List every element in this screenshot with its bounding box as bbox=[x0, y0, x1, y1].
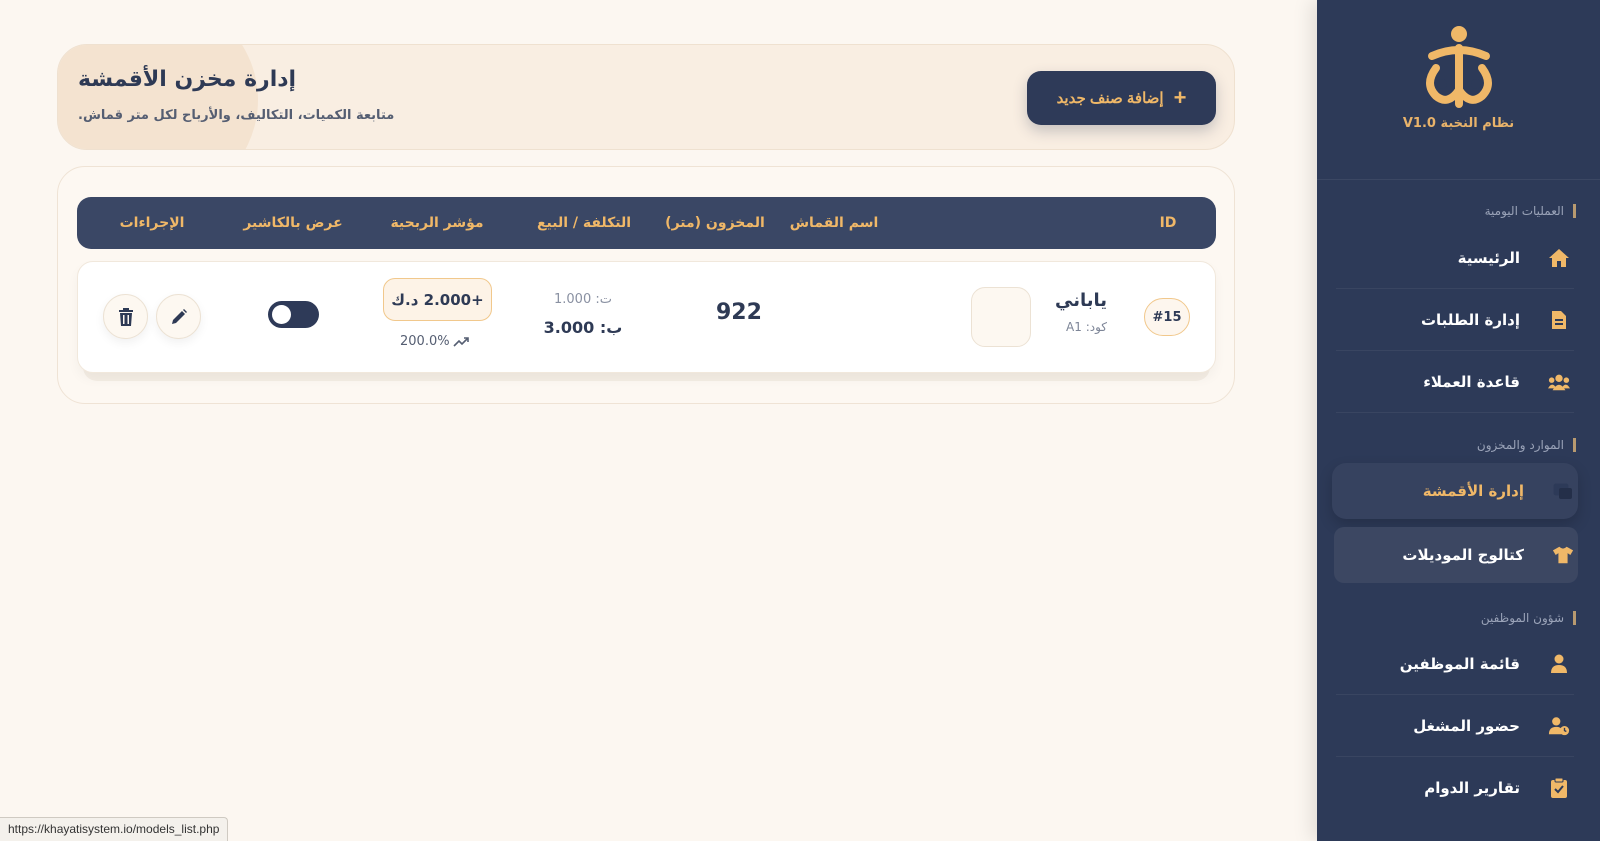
user-icon bbox=[1548, 653, 1570, 675]
trending-up-icon bbox=[453, 336, 469, 347]
edit-button[interactable] bbox=[156, 294, 201, 339]
add-item-button-label: إضافة صنف جديد bbox=[1056, 90, 1164, 107]
page-title: إدارة مخزن الأقمشة bbox=[78, 67, 297, 92]
fabric-thumbnail bbox=[971, 287, 1031, 347]
sidebar-item-attendance[interactable]: حضور المشغل bbox=[1336, 695, 1574, 757]
cost-value: ت: 1.000 bbox=[554, 292, 612, 307]
toggle-knob bbox=[272, 305, 291, 324]
fabric-code: كود: A1 bbox=[1066, 320, 1107, 334]
profit-percent-value: 200.0% bbox=[400, 334, 450, 349]
section-title-resources: الموارد والمخزون bbox=[1477, 438, 1576, 452]
clipboard-check-icon bbox=[1548, 777, 1570, 799]
sidebar-item-fabrics[interactable]: إدارة الأقمشة bbox=[1332, 463, 1578, 519]
users-icon bbox=[1548, 371, 1570, 393]
brand-logo-icon bbox=[1425, 26, 1492, 108]
home-icon bbox=[1548, 247, 1570, 269]
column-header-cost-sell: التكلفة / البيع bbox=[536, 215, 632, 231]
decorative-blob bbox=[58, 45, 258, 149]
plus-icon: + bbox=[1173, 85, 1187, 110]
column-header-stock: المخزون (متر) bbox=[665, 215, 765, 231]
document-icon bbox=[1548, 309, 1570, 331]
column-header-profit: مؤشر الربحية bbox=[390, 215, 484, 231]
sidebar-item-label: تقارير الدوام bbox=[1424, 779, 1520, 797]
sidebar-item-label: الرئيسية bbox=[1457, 248, 1520, 267]
brand-name: نظام النخبة V1.0 bbox=[1402, 116, 1515, 131]
delete-button[interactable] bbox=[103, 294, 148, 339]
column-header-id: ID bbox=[1159, 215, 1177, 231]
brand: نظام النخبة V1.0 bbox=[1317, 0, 1600, 180]
sidebar-item-label: كتالوج الموديلات bbox=[1402, 546, 1524, 564]
table-row: #15 ياباني كود: A1 922 ت: 1.000 ب: 3.000… bbox=[77, 261, 1216, 373]
sell-value: ب: 3.000 bbox=[543, 318, 623, 337]
section-title-daily: العمليات اليومية bbox=[1485, 204, 1576, 218]
pencil-icon bbox=[171, 308, 187, 324]
page-header: إدارة مخزن الأقمشة متابعة الكميات، التكا… bbox=[57, 44, 1235, 150]
column-header-name: اسم القماش bbox=[789, 215, 879, 231]
trash-icon bbox=[118, 307, 133, 326]
column-header-actions: الإجراءات bbox=[119, 215, 185, 231]
sidebar-item-label: قاعدة العملاء bbox=[1423, 372, 1520, 391]
sidebar-item-label: حضور المشغل bbox=[1413, 716, 1520, 735]
add-item-button[interactable]: + إضافة صنف جديد bbox=[1027, 71, 1216, 125]
sidebar-item-models[interactable]: كتالوج الموديلات bbox=[1334, 527, 1578, 583]
sidebar: نظام النخبة V1.0 العمليات اليومية الرئيس… bbox=[1317, 0, 1600, 841]
sidebar-item-employees[interactable]: قائمة الموظفين bbox=[1336, 633, 1574, 695]
fabrics-table: ID اسم القماش المخزون (متر) التكلفة / ال… bbox=[57, 166, 1235, 404]
section-title-staff: شؤون الموظفين bbox=[1481, 611, 1576, 625]
page-subtitle: متابعة الكميات، التكاليف، والأرباح لكل م… bbox=[78, 108, 395, 123]
table-header: ID اسم القماش المخزون (متر) التكلفة / ال… bbox=[77, 197, 1216, 249]
profit-percent: 200.0% bbox=[400, 334, 469, 349]
user-clock-icon bbox=[1548, 715, 1570, 737]
sidebar-item-label: قائمة الموظفين bbox=[1399, 654, 1520, 673]
sidebar-item-customers[interactable]: قاعدة العملاء bbox=[1336, 351, 1574, 413]
sidebar-item-home[interactable]: الرئيسية bbox=[1336, 227, 1574, 289]
profit-badge: +2.000 د.ك bbox=[383, 278, 492, 321]
id-badge: #15 bbox=[1144, 298, 1190, 336]
sidebar-item-reports[interactable]: تقارير الدوام bbox=[1336, 757, 1574, 819]
column-header-cashier: عرض بالكاشير bbox=[243, 215, 343, 231]
status-bar-url: https://khayatisystem.io/models_list.php bbox=[0, 817, 229, 841]
fabric-name: ياباني bbox=[1054, 290, 1107, 311]
sidebar-item-label: إدارة الطلبات bbox=[1420, 310, 1520, 329]
sidebar-item-label: إدارة الأقمشة bbox=[1422, 482, 1524, 500]
cashier-toggle[interactable] bbox=[268, 301, 319, 328]
shirt-icon bbox=[1552, 544, 1574, 566]
sidebar-item-orders[interactable]: إدارة الطلبات bbox=[1336, 289, 1574, 351]
fabric-icon bbox=[1552, 480, 1574, 502]
